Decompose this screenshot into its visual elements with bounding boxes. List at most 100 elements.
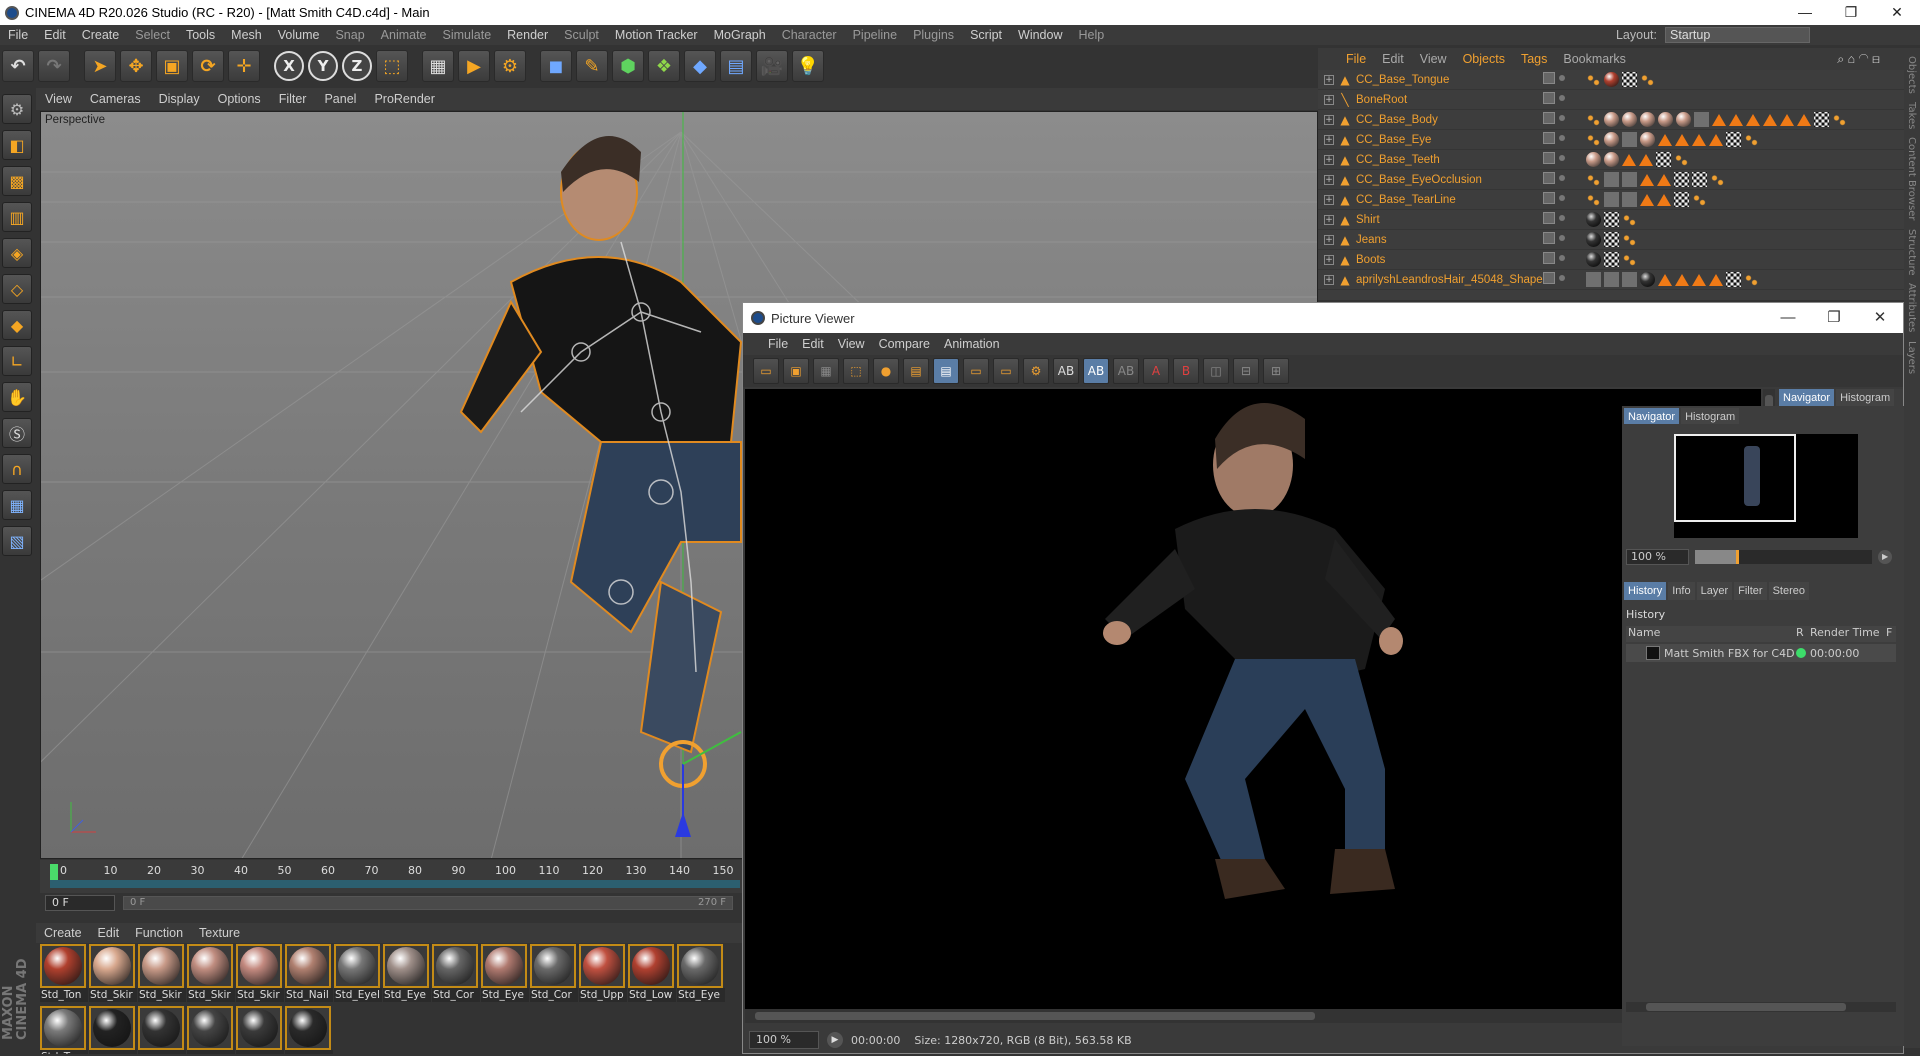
menu-motion-tracker[interactable]: Motion Tracker: [607, 28, 706, 42]
navigator-tab[interactable]: Navigator: [1624, 408, 1680, 424]
object-name[interactable]: CC_Base_Eye: [1356, 134, 1566, 146]
timeline-playhead[interactable]: [50, 864, 58, 880]
grid-view-icon[interactable]: ▦: [813, 358, 839, 384]
coordinate-system-icon[interactable]: ⬚: [376, 50, 408, 82]
texture-tag-icon[interactable]: [1639, 153, 1653, 166]
compare-ab-icon[interactable]: ⚙: [1023, 358, 1049, 384]
selection-tag-icon[interactable]: [1674, 152, 1689, 167]
play-icon[interactable]: ▶: [827, 1032, 843, 1048]
material-swatch[interactable]: Std_Eye: [677, 944, 725, 1004]
selection-tag-icon[interactable]: [1586, 112, 1601, 127]
checker-tag-icon[interactable]: [1604, 252, 1619, 267]
open-image-icon[interactable]: ▭: [753, 358, 779, 384]
points-mode-icon[interactable]: ◈: [2, 238, 32, 268]
viewport-menu-view[interactable]: View: [36, 92, 81, 106]
x-axis-lock-button[interactable]: X: [274, 51, 304, 81]
menu-character[interactable]: Character: [774, 28, 845, 42]
menu-file[interactable]: File: [0, 28, 36, 42]
object-name[interactable]: Shirt: [1356, 214, 1566, 226]
navigator-zoom-next-icon[interactable]: ▶: [1878, 550, 1892, 564]
material-menu-function[interactable]: Function: [127, 926, 191, 940]
texture-tag-icon[interactable]: [1709, 133, 1723, 146]
compare-a-icon[interactable]: ▭: [963, 358, 989, 384]
material-tag-icon[interactable]: [1604, 152, 1619, 167]
undo-icon[interactable]: ↶: [2, 50, 34, 82]
selection-tag-icon[interactable]: [1744, 272, 1759, 287]
object-row[interactable]: + ▲ Jeans: [1318, 230, 1904, 250]
material-tag-icon[interactable]: [1640, 132, 1655, 147]
checker-tag-icon[interactable]: [1622, 72, 1637, 87]
selection-tag-icon[interactable]: [1622, 252, 1637, 267]
uvw-tag-icon[interactable]: [1604, 272, 1619, 287]
expand-toggle-icon[interactable]: +: [1324, 174, 1334, 185]
save-image-icon[interactable]: ▣: [783, 358, 809, 384]
obj-menu-tags[interactable]: Tags: [1513, 52, 1555, 66]
checker-tag-icon[interactable]: [1674, 192, 1689, 207]
split-swap-icon[interactable]: ⊞: [1263, 358, 1289, 384]
live-selection-icon[interactable]: ✛: [228, 50, 260, 82]
tab-stereo[interactable]: Stereo: [1768, 582, 1809, 600]
object-row[interactable]: + ▲ CC_Base_Body: [1318, 110, 1904, 130]
object-row[interactable]: + ▲ CC_Base_Teeth: [1318, 150, 1904, 170]
frame-range-slider[interactable]: 0 F 270 F: [123, 896, 733, 910]
navigator-zoom-slider[interactable]: [1695, 550, 1873, 564]
material-swatch[interactable]: [89, 1006, 137, 1054]
material-swatch[interactable]: Std_Ton: [40, 944, 88, 1004]
material-swatch[interactable]: [236, 1006, 284, 1054]
material-swatch[interactable]: Std_Nail: [285, 944, 333, 1004]
object-row[interactable]: + ▲ CC_Base_EyeOcclusion: [1318, 170, 1904, 190]
floor-scene-icon[interactable]: ▤: [720, 50, 752, 82]
material-menu-texture[interactable]: Texture: [191, 926, 248, 940]
snap-magnet-icon[interactable]: ∩: [2, 454, 32, 484]
menu-sculpt[interactable]: Sculpt: [556, 28, 607, 42]
light-bulb-icon[interactable]: 💡: [792, 50, 824, 82]
material-tag-icon[interactable]: [1658, 112, 1673, 127]
obj-menu-objects[interactable]: Objects: [1455, 52, 1513, 66]
selection-tag-icon[interactable]: [1710, 172, 1725, 187]
pv-horizontal-scrollbar[interactable]: [745, 1009, 1761, 1023]
material-swatch[interactable]: [138, 1006, 186, 1054]
object-row[interactable]: + ▲ CC_Base_Tongue: [1318, 70, 1904, 90]
histogram-tab[interactable]: Histogram: [1681, 408, 1740, 424]
navigator-view-frame[interactable]: [1674, 434, 1796, 522]
axis-mode-icon[interactable]: ∟: [2, 346, 32, 376]
array-generator-icon[interactable]: ❖: [648, 50, 680, 82]
viewport-menu-prorender[interactable]: ProRender: [365, 92, 443, 106]
visibility-flags[interactable]: [1543, 271, 1583, 288]
object-row[interactable]: + ╲ BoneRoot: [1318, 90, 1904, 110]
material-swatch[interactable]: [187, 1006, 235, 1054]
ab-diff-icon[interactable]: AB: [1113, 358, 1139, 384]
object-name[interactable]: CC_Base_EyeOcclusion: [1356, 174, 1566, 186]
menu-volume[interactable]: Volume: [270, 28, 328, 42]
checker-tag-icon[interactable]: [1692, 172, 1707, 187]
uvw-tag-icon[interactable]: [1604, 192, 1619, 207]
menu-mograph[interactable]: MoGraph: [706, 28, 774, 42]
object-name[interactable]: CC_Base_Teeth: [1356, 154, 1566, 166]
menu-snap[interactable]: Snap: [327, 28, 372, 42]
texture-tag-icon[interactable]: [1622, 153, 1636, 166]
set-b-icon[interactable]: B: [1173, 358, 1199, 384]
pv-minimize-button[interactable]: —: [1765, 303, 1811, 333]
material-tag-icon[interactable]: [1604, 72, 1619, 87]
timeline-track[interactable]: [50, 880, 740, 888]
expand-toggle-icon[interactable]: +: [1324, 194, 1334, 205]
texture-tag-icon[interactable]: [1692, 133, 1706, 146]
selection-tag-icon[interactable]: [1640, 72, 1655, 87]
material-swatch[interactable]: Std_Eye: [383, 944, 431, 1004]
object-row[interactable]: + ▲ Shirt: [1318, 210, 1904, 230]
menu-pipeline[interactable]: Pipeline: [845, 28, 905, 42]
viewport-menu-panel[interactable]: Panel: [315, 92, 365, 106]
ab-swap-icon[interactable]: AB: [1083, 358, 1109, 384]
side-tab-attributes[interactable]: Attributes: [1906, 283, 1917, 332]
checker-tag-icon[interactable]: [1726, 272, 1741, 287]
obj-menu-file[interactable]: File: [1338, 52, 1374, 66]
selection-tag-icon[interactable]: [1586, 72, 1601, 87]
set-a-icon[interactable]: A: [1143, 358, 1169, 384]
texture-tag-icon[interactable]: [1658, 133, 1672, 146]
camera-icon[interactable]: 🎥: [756, 50, 788, 82]
texture-tag-icon[interactable]: [1729, 113, 1743, 126]
deformer-icon[interactable]: ◆: [684, 50, 716, 82]
texture-tag-icon[interactable]: [1657, 173, 1671, 186]
object-name[interactable]: CC_Base_Tongue: [1356, 74, 1566, 86]
rendered-image-canvas[interactable]: [745, 389, 1761, 1009]
